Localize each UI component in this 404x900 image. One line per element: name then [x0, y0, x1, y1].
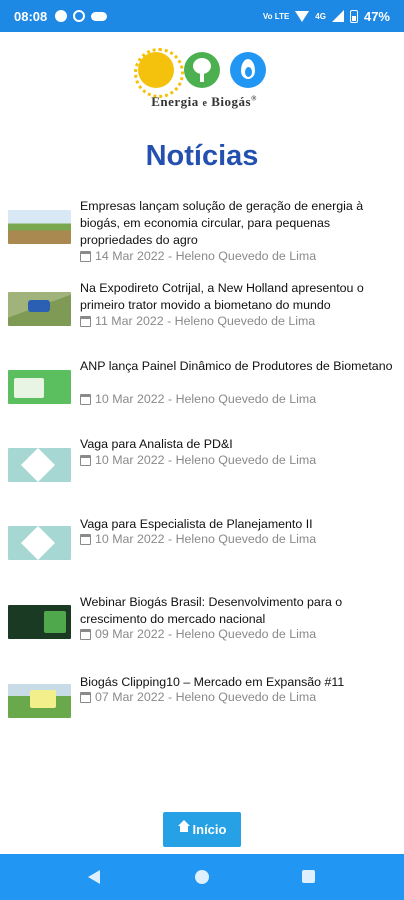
calendar-icon	[80, 533, 91, 545]
news-title[interactable]: Na Expodireto Cotrijal, a New Holland ap…	[80, 280, 396, 314]
volte-label: Vo LTE	[262, 11, 290, 21]
trademark-symbol: ®	[251, 94, 257, 103]
calendar-icon	[80, 628, 91, 640]
news-thumbnail[interactable]	[8, 605, 71, 639]
news-meta: 14 Mar 2022 - Heleno Quevedo de Lima	[80, 249, 316, 263]
news-meta: 10 Mar 2022 - Heleno Quevedo de Lima	[80, 532, 316, 546]
news-date-author: 07 Mar 2022 - Heleno Quevedo de Lima	[95, 690, 317, 704]
news-meta: 09 Mar 2022 - Heleno Quevedo de Lima	[80, 627, 316, 641]
system-nav-bar	[0, 854, 404, 900]
news-meta: 11 Mar 2022 - Heleno Quevedo de Lima	[80, 314, 315, 328]
calendar-icon	[80, 454, 91, 466]
notification-a-icon	[73, 10, 86, 22]
back-icon[interactable]	[88, 870, 100, 884]
calendar-icon	[80, 393, 91, 405]
brand-logo: Energia e Biogás®	[134, 48, 272, 114]
flame-icon	[230, 52, 266, 88]
sun-icon	[134, 48, 184, 98]
status-time: 08:08	[14, 8, 48, 24]
news-thumbnail[interactable]	[8, 210, 71, 244]
news-title[interactable]: ANP lança Painel Dinâmico de Produtores …	[80, 358, 396, 375]
brand-connector: e	[202, 98, 208, 109]
calendar-icon	[80, 315, 91, 327]
news-date-author: 09 Mar 2022 - Heleno Quevedo de Lima	[95, 627, 317, 641]
status-bar: 08:08 Vo LTE 4G 47%	[0, 0, 404, 32]
cloud-icon	[91, 11, 108, 21]
brand-suffix: Biogás	[211, 94, 252, 109]
recents-icon[interactable]	[302, 870, 315, 883]
news-date-author: 10 Mar 2022 - Heleno Quevedo de Lima	[95, 532, 317, 546]
tree-icon	[184, 52, 220, 88]
news-meta: 10 Mar 2022 - Heleno Quevedo de Lima	[80, 392, 316, 406]
calendar-icon	[80, 250, 91, 262]
news-date-author: 14 Mar 2022 - Heleno Quevedo de Lima	[95, 249, 317, 263]
signal-label: 4G	[315, 11, 326, 21]
brand-prefix: Energia	[151, 94, 199, 109]
home-button[interactable]: Início	[163, 812, 241, 847]
home-circle-icon[interactable]	[195, 870, 209, 884]
news-title[interactable]: Empresas lançam solução de geração de en…	[80, 198, 396, 249]
signal-icon	[331, 10, 344, 22]
news-date-author: 10 Mar 2022 - Heleno Quevedo de Lima	[95, 453, 317, 467]
news-title[interactable]: Vaga para Especialista de Planejamento I…	[80, 516, 396, 533]
brand-name: Energia e Biogás®	[136, 94, 272, 110]
home-icon	[177, 819, 190, 835]
news-title[interactable]: Vaga para Analista de PD&I	[80, 436, 396, 453]
news-thumbnail[interactable]	[8, 684, 71, 718]
notification-circle-icon	[55, 10, 68, 22]
news-thumbnail[interactable]	[8, 292, 71, 326]
news-thumbnail[interactable]	[8, 370, 71, 404]
battery-level: 47%	[363, 8, 390, 24]
wifi-icon	[295, 10, 310, 22]
news-date-author: 11 Mar 2022 - Heleno Quevedo de Lima	[95, 314, 316, 328]
news-thumbnail[interactable]	[8, 526, 71, 560]
page-title: Notícias	[145, 140, 259, 172]
home-button-label: Início	[192, 822, 227, 837]
battery-icon	[349, 9, 358, 23]
news-title[interactable]: Biogás Clipping10 – Mercado em Expansão …	[80, 674, 396, 691]
news-thumbnail[interactable]	[8, 448, 71, 482]
news-title[interactable]: Webinar Biogás Brasil: Desenvolvimento p…	[80, 594, 396, 628]
calendar-icon	[80, 691, 91, 703]
news-meta: 10 Mar 2022 - Heleno Quevedo de Lima	[80, 453, 316, 467]
news-meta: 07 Mar 2022 - Heleno Quevedo de Lima	[80, 690, 316, 704]
news-date-author: 10 Mar 2022 - Heleno Quevedo de Lima	[95, 392, 317, 406]
status-icons: Vo LTE 4G 47%	[263, 9, 390, 24]
